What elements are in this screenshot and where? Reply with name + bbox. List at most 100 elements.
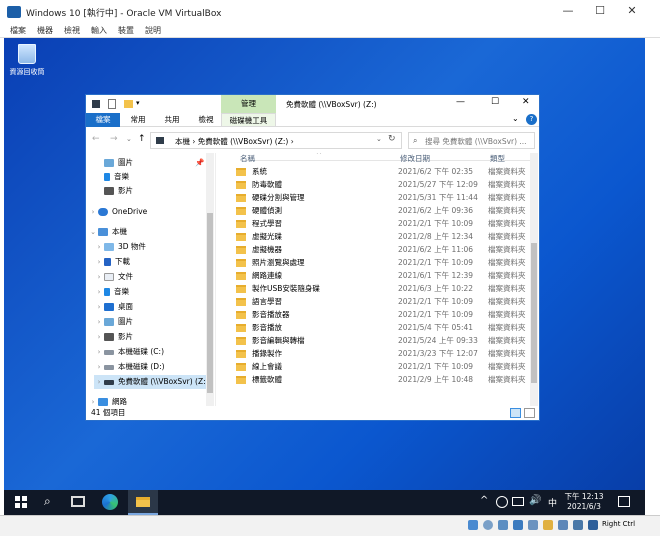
details-view-icon[interactable]	[510, 408, 521, 418]
chevron-right-icon[interactable]: ›	[88, 205, 98, 219]
hard-disk-status-icon[interactable]	[468, 520, 478, 530]
column-date[interactable]: 修改日期	[400, 153, 430, 164]
tab-share[interactable]: 共用	[158, 113, 186, 127]
back-icon[interactable]: ←	[92, 134, 100, 144]
nav-item-this-pc[interactable]: ⌄ 本機	[88, 225, 127, 239]
edge-icon[interactable]	[102, 494, 118, 510]
column-name[interactable]: 名稱	[240, 153, 255, 164]
recent-locations-icon[interactable]: ⌄	[126, 135, 132, 143]
nav-item-desktop[interactable]: › 桌面	[94, 300, 133, 314]
usb-status-icon[interactable]	[528, 520, 538, 530]
forward-icon[interactable]: →	[110, 134, 118, 144]
nav-scroll-thumb[interactable]	[207, 213, 213, 393]
file-explorer-taskbar-button[interactable]	[128, 490, 158, 515]
file-row[interactable]: 硬碟分割與管理 2021/5/31 下午 11:44 檔案資料夾	[236, 191, 528, 204]
new-folder-icon[interactable]	[124, 100, 133, 108]
address-bar[interactable]: 本機 › 免費軟體 (\\VBoxSvr) (Z:) ›	[150, 132, 402, 149]
recording-status-icon[interactable]	[573, 520, 583, 530]
chevron-right-icon[interactable]: ›	[94, 300, 104, 314]
chevron-right-icon[interactable]: ›	[94, 270, 104, 284]
nav-item-pictures-quick[interactable]: 圖片 📌	[94, 156, 204, 170]
show-hidden-icons-icon[interactable]: ^	[480, 495, 488, 506]
file-row[interactable]: 製作USB安裝隨身碟 2021/6/3 上午 10:22 檔案資料夾	[236, 282, 528, 295]
search-taskbar-icon[interactable]: ⌕	[44, 494, 51, 509]
maximize-icon[interactable]: ☐	[592, 4, 608, 18]
explorer-maximize-icon[interactable]: ☐	[491, 97, 499, 107]
refresh-icon[interactable]: ↻	[388, 134, 396, 144]
bluetooth-icon[interactable]	[496, 496, 508, 508]
file-row[interactable]: 硬體偵測 2021/6/2 上午 09:36 檔案資料夾	[236, 204, 528, 217]
file-row[interactable]: 線上會議 2021/2/1 下午 10:09 檔案資料夾	[236, 360, 528, 373]
nav-scrollbar[interactable]	[206, 153, 214, 406]
up-icon[interactable]: ↑	[138, 134, 146, 144]
nav-item-network-drive-z[interactable]: › 免費軟體 (\\VBoxSvr) (Z:)	[94, 375, 214, 389]
file-row[interactable]: 網路連線 2021/6/1 下午 12:39 檔案資料夾	[236, 269, 528, 282]
menu-devices[interactable]: 裝置	[118, 24, 134, 37]
column-type[interactable]: 類型	[490, 153, 505, 164]
audio-status-icon[interactable]	[498, 520, 508, 530]
help-icon[interactable]: ?	[526, 114, 537, 125]
pin-icon[interactable]: 📌	[195, 156, 204, 170]
file-row[interactable]: 標籤軟體 2021/2/9 上午 10:48 檔案資料夾	[236, 373, 528, 386]
notifications-icon[interactable]	[618, 496, 630, 507]
optical-drive-status-icon[interactable]	[483, 520, 493, 530]
chevron-right-icon[interactable]: ›	[94, 285, 104, 299]
quick-access-dropdown-icon[interactable]: ▾	[136, 99, 140, 107]
menu-file[interactable]: 檔案	[10, 24, 26, 37]
shared-folders-status-icon[interactable]	[543, 520, 553, 530]
nav-item-network[interactable]: › 網路	[88, 395, 127, 406]
close-icon[interactable]: ✕	[624, 4, 640, 18]
chevron-right-icon[interactable]: ›	[94, 375, 104, 389]
tab-file[interactable]: 檔案	[86, 113, 120, 127]
list-scrollbar[interactable]	[530, 153, 538, 406]
nav-item-videos[interactable]: › 影片	[94, 330, 133, 344]
file-row[interactable]: 虛擬光碟 2021/2/8 上午 12:34 檔案資料夾	[236, 230, 528, 243]
network-adapter-status-icon[interactable]	[513, 520, 523, 530]
address-dropdown-icon[interactable]: ⌄	[376, 135, 382, 143]
chevron-right-icon[interactable]: ›	[94, 240, 104, 254]
search-box[interactable]: ⌕ 搜尋 免費軟體 (\\VBoxSvr) ...	[408, 132, 535, 149]
file-row[interactable]: 系統 2021/6/2 下午 02:35 檔案資料夾	[236, 165, 528, 178]
chevron-right-icon[interactable]: ›	[94, 330, 104, 344]
file-row[interactable]: 播錄製作 2021/3/23 下午 12:07 檔案資料夾	[236, 347, 528, 360]
file-row[interactable]: 照片瀏覽與處理 2021/2/1 下午 10:09 檔案資料夾	[236, 256, 528, 269]
file-row[interactable]: 影音編輯與轉檔 2021/5/24 上午 09:33 檔案資料夾	[236, 334, 528, 347]
mouse-integration-icon[interactable]	[588, 520, 598, 530]
nav-item-pictures[interactable]: › 圖片	[94, 315, 133, 329]
explorer-minimize-icon[interactable]: —	[456, 97, 465, 107]
ime-indicator[interactable]: 中	[548, 496, 557, 509]
nav-item-downloads[interactable]: › 下載	[94, 255, 130, 269]
properties-icon[interactable]	[108, 99, 116, 109]
tab-home[interactable]: 常用	[124, 113, 152, 127]
menu-machine[interactable]: 機器	[37, 24, 53, 37]
menu-help[interactable]: 說明	[145, 24, 161, 37]
nav-item-drive-c[interactable]: › 本機磁碟 (C:)	[94, 345, 164, 359]
file-row[interactable]: 語言學習 2021/2/1 下午 10:09 檔案資料夾	[236, 295, 528, 308]
menu-view[interactable]: 檢視	[64, 24, 80, 37]
menu-input[interactable]: 輸入	[91, 24, 107, 37]
network-status-icon[interactable]	[512, 497, 524, 506]
tab-drive-tools[interactable]: 磁碟機工具	[221, 113, 276, 127]
chevron-right-icon[interactable]: ›	[94, 315, 104, 329]
file-row[interactable]: 虛擬機器 2021/6/2 上午 11:06 檔案資料夾	[236, 243, 528, 256]
file-row[interactable]: 影音播放器 2021/2/1 下午 10:09 檔案資料夾	[236, 308, 528, 321]
clock[interactable]: 下午 12:13 2021/6/3	[562, 492, 606, 512]
address-path[interactable]: 本機 › 免費軟體 (\\VBoxSvr) (Z:) ›	[175, 136, 294, 147]
file-row[interactable]: 程式學習 2021/2/1 下午 10:09 檔案資料夾	[236, 217, 528, 230]
nav-item-3d-objects[interactable]: › 3D 物件	[94, 240, 146, 254]
display-status-icon[interactable]	[558, 520, 568, 530]
nav-item-videos-quick[interactable]: 影片	[94, 184, 133, 198]
chevron-down-icon[interactable]: ⌄	[88, 225, 98, 239]
volume-icon[interactable]: 🔊	[529, 495, 541, 506]
tab-view[interactable]: 檢視	[192, 113, 220, 127]
chevron-right-icon[interactable]: ›	[88, 395, 98, 406]
start-windows-icon[interactable]	[15, 496, 27, 508]
ribbon-expand-icon[interactable]: ⌄	[512, 114, 519, 123]
chevron-right-icon[interactable]: ›	[94, 360, 104, 374]
chevron-right-icon[interactable]: ›	[94, 255, 104, 269]
explorer-close-icon[interactable]: ✕	[522, 97, 530, 107]
list-scroll-thumb[interactable]	[531, 243, 537, 383]
chevron-right-icon[interactable]: ›	[94, 345, 104, 359]
task-view-icon[interactable]	[71, 496, 85, 507]
file-row[interactable]: 防毒軟體 2021/5/27 下午 12:09 檔案資料夾	[236, 178, 528, 191]
